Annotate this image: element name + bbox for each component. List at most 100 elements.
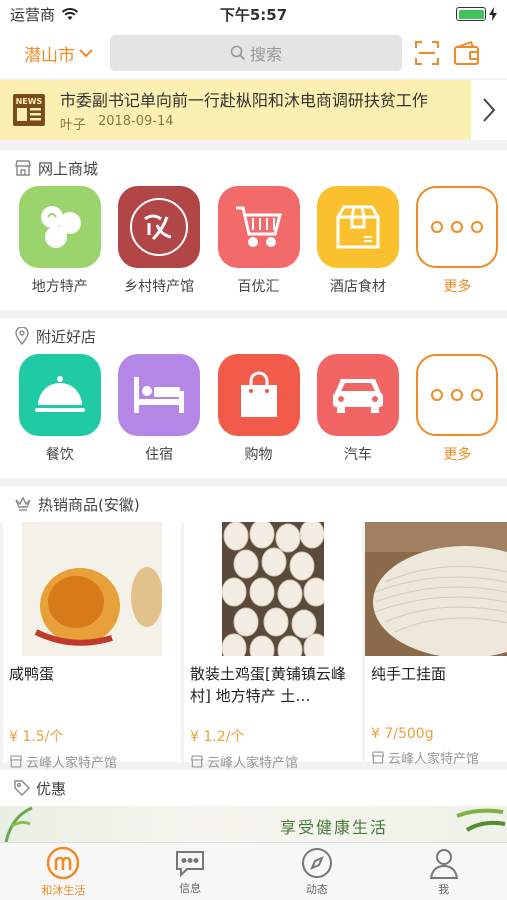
tile-label: 购物 xyxy=(244,447,273,463)
section-title: 附近好店 xyxy=(36,327,97,346)
bamboo-leaf-icon xyxy=(4,806,33,842)
news-banner[interactable]: NEWS 市委副书记单向前一行赴枞阳和沐电商调研扶贫工作 叶子 2018-09-… xyxy=(0,80,507,140)
wallet-icon xyxy=(454,40,479,65)
product-name: 咸鸭蛋 xyxy=(9,665,55,683)
product-shop: 云峰人家特产馆 xyxy=(26,756,118,771)
product-name: 纯手工挂面 xyxy=(371,665,447,683)
tile-label: 住宿 xyxy=(145,447,174,463)
mall-more-button[interactable]: 更多 xyxy=(408,186,507,296)
tab-me[interactable]: 我 xyxy=(380,843,507,900)
top-header: 潜山市 搜索 xyxy=(0,28,507,78)
package-box-icon xyxy=(316,186,399,268)
nearby-item-dining[interactable]: 餐饮 xyxy=(10,354,109,464)
more-icon xyxy=(416,186,499,268)
wallet-button[interactable] xyxy=(452,38,482,68)
tile-label: 更多 xyxy=(443,279,472,295)
rural-specialty-icon xyxy=(118,186,201,268)
mall-item-hotel-ingredients[interactable]: 酒店食材 xyxy=(308,186,407,296)
product-shop: 云峰人家特产馆 xyxy=(388,752,480,767)
tab-label: 和沐生活 xyxy=(41,883,86,897)
svg-text:NEWS: NEWS xyxy=(16,97,43,106)
product-price: ¥ 1.5/个 xyxy=(9,729,64,745)
handmade-noodles-image xyxy=(365,522,507,656)
mall-item-baiyouhui[interactable]: 百优汇 xyxy=(209,186,308,296)
tab-activity[interactable]: 动态 xyxy=(254,843,381,900)
product-card[interactable]: 咸鸭蛋 ¥ 1.5/个 云峰人家特产馆 xyxy=(3,522,181,771)
promotions-section: 优惠 享受健康生活 xyxy=(0,770,507,842)
salted-duck-egg-image xyxy=(22,522,162,656)
scan-button[interactable] xyxy=(412,38,442,68)
nearby-item-shopping[interactable]: 购物 xyxy=(209,354,308,464)
tab-label: 动态 xyxy=(305,882,328,896)
shop-icon xyxy=(15,160,31,176)
tab-label: 信息 xyxy=(179,881,202,895)
wifi-icon xyxy=(61,8,79,20)
search-bar[interactable]: 搜索 xyxy=(110,35,402,71)
battery-fill xyxy=(458,9,484,19)
tile-label: 更多 xyxy=(443,447,472,463)
tile-label: 地方特产 xyxy=(31,279,88,295)
location-pin-icon xyxy=(15,327,29,345)
mall-item-rural-specialty[interactable]: 乡村特产馆 xyxy=(109,186,208,296)
promo-banner-text: 享受健康生活 xyxy=(280,818,389,837)
nearby-item-lodging[interactable]: 住宿 xyxy=(109,354,208,464)
product-card[interactable]: 散装土鸡蛋[黄铺镇云峰村] 地方特产 土… ¥ 1.2/个 云峰人家特产馆 xyxy=(184,522,362,771)
crown-icon xyxy=(15,496,31,511)
shop-icon xyxy=(371,751,385,764)
news-next-button[interactable] xyxy=(471,80,507,140)
promo-banner[interactable]: 享受健康生活 xyxy=(0,806,507,842)
product-price: ¥ 7/500g xyxy=(371,726,434,742)
bottom-tab-bar: 和沐生活 信息 动态 我 xyxy=(0,842,507,900)
bed-icon xyxy=(118,354,201,436)
tile-label: 乡村特产馆 xyxy=(124,279,195,295)
nearby-more-button[interactable]: 更多 xyxy=(408,354,507,464)
chevron-down-icon xyxy=(79,49,93,58)
product-price: ¥ 1.2/个 xyxy=(190,729,245,745)
product-name: 散装土鸡蛋[黄铺镇云峰村] 地方特产 土… xyxy=(190,665,346,705)
home-logo-icon xyxy=(47,846,80,879)
tab-home[interactable]: 和沐生活 xyxy=(0,843,127,900)
compass-icon xyxy=(301,847,332,878)
tab-messages[interactable]: 信息 xyxy=(127,843,254,900)
scan-icon xyxy=(415,41,439,65)
section-title: 网上商城 xyxy=(38,159,99,178)
city-selector[interactable]: 潜山市 xyxy=(24,41,104,66)
bamboo-leaf-icon xyxy=(456,808,506,832)
nearby-shops-section: 附近好店 餐饮 住宿 购物 汽车 更多 xyxy=(0,318,507,478)
charging-icon xyxy=(489,7,497,21)
online-mall-section: 网上商城 地方特产 乡村特产馆 百优汇 酒店食材 更多 xyxy=(0,150,507,310)
chat-bubble-icon xyxy=(176,850,205,877)
section-title: 优惠 xyxy=(36,779,67,798)
product-card[interactable]: 纯手工挂面 ¥ 7/500g 云峰人家特产馆 xyxy=(365,522,507,767)
app-screen: 运营商 下午5:57 潜山市 搜索 NEWS 市委副书记单向前一行赴枞阳和沐电商… xyxy=(0,0,507,900)
news-author: 叶子 xyxy=(59,118,86,133)
food-cloche-icon xyxy=(18,354,101,436)
battery-indicator xyxy=(456,7,497,21)
product-shop: 云峰人家特产馆 xyxy=(207,756,299,771)
tile-label: 汽车 xyxy=(343,447,372,463)
tile-label: 餐饮 xyxy=(45,447,74,463)
car-icon xyxy=(316,354,399,436)
tag-icon xyxy=(14,780,30,796)
news-icon: NEWS xyxy=(12,94,45,126)
hot-products-section: 热销商品(安徽) 咸鸭蛋 ¥ 1.5/个 云峰人家特产馆 散装土鸡蛋[黄铺镇云峰… xyxy=(0,486,507,771)
user-profile-icon xyxy=(429,848,458,879)
section-title: 热销商品(安徽) xyxy=(38,495,140,514)
status-bar: 运营商 下午5:57 xyxy=(0,0,507,28)
shopping-bag-icon xyxy=(217,354,300,436)
shop-icon xyxy=(190,755,204,768)
shopping-cart-icon xyxy=(217,186,300,268)
search-placeholder: 搜索 xyxy=(249,45,282,64)
chevron-right-icon xyxy=(483,98,496,122)
tile-label: 酒店食材 xyxy=(329,279,386,295)
city-name: 潜山市 xyxy=(24,45,75,66)
more-icon xyxy=(416,354,499,436)
tile-label: 百优汇 xyxy=(237,279,280,295)
news-title: 市委副书记单向前一行赴枞阳和沐电商调研扶贫工作 xyxy=(59,91,428,110)
nearby-item-car[interactable]: 汽车 xyxy=(308,354,407,464)
tab-label: 我 xyxy=(438,882,450,896)
search-icon xyxy=(230,45,246,61)
carrier-label: 运营商 xyxy=(10,5,56,24)
mall-item-local-specialty[interactable]: 地方特产 xyxy=(10,186,109,296)
eggs-basket-image xyxy=(222,522,324,656)
